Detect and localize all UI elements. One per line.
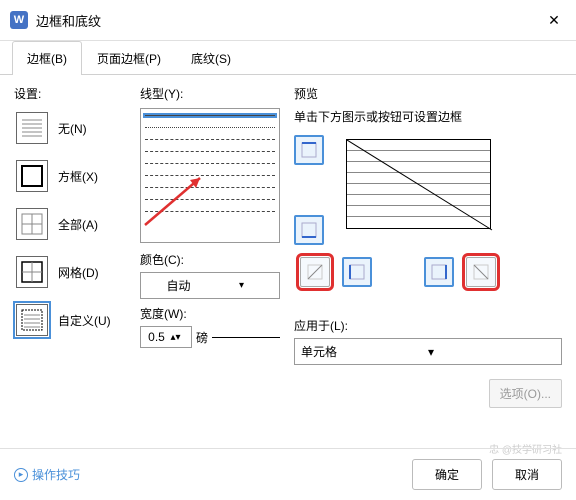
linestyle-list[interactable] <box>140 108 280 243</box>
color-label: 颜色(C): <box>140 251 280 268</box>
width-unit: 磅 <box>196 329 208 346</box>
chevron-down-icon: ▾ <box>428 345 555 359</box>
width-value: 0.5 <box>147 330 166 344</box>
width-sample-line <box>212 337 280 338</box>
settings-label: 设置: <box>14 85 126 102</box>
setting-grid[interactable]: 网格(D) <box>14 252 126 292</box>
setting-box[interactable]: 方框(X) <box>14 156 126 196</box>
preview-diagram[interactable] <box>346 139 491 229</box>
options-button: 选项(O)... <box>489 379 562 408</box>
apply-value: 单元格 <box>301 343 428 360</box>
border-bottom-button[interactable] <box>294 215 324 245</box>
setting-label: 全部(A) <box>58 216 98 233</box>
width-stepper[interactable]: 0.5 ▴▾ <box>140 326 192 348</box>
tips-link[interactable]: ▸ 操作技巧 <box>14 466 80 483</box>
apply-select[interactable]: 单元格 ▾ <box>294 338 562 365</box>
tips-label: 操作技巧 <box>32 466 80 483</box>
preview-hint: 单击下方图示或按钮可设置边框 <box>294 108 562 125</box>
setting-custom[interactable]: 自定义(U) <box>14 300 126 340</box>
width-label: 宽度(W): <box>140 305 280 322</box>
grid-icon <box>16 256 48 288</box>
setting-none[interactable]: 无(N) <box>14 108 126 148</box>
setting-label: 网格(D) <box>58 264 99 281</box>
tab-shading[interactable]: 底纹(S) <box>176 41 246 75</box>
box-icon <box>16 160 48 192</box>
chevron-down-icon: ▾ <box>210 280 273 291</box>
setting-all[interactable]: 全部(A) <box>14 204 126 244</box>
dialog-title: 边框和底纹 <box>36 11 542 30</box>
apply-label: 应用于(L): <box>294 317 562 334</box>
app-icon: W <box>10 11 28 29</box>
close-button[interactable]: ✕ <box>542 8 566 32</box>
border-top-button[interactable] <box>294 135 324 165</box>
tab-page-borders[interactable]: 页面边框(P) <box>82 41 176 75</box>
tab-bar: 边框(B) 页面边框(P) 底纹(S) <box>0 41 576 75</box>
all-icon <box>16 208 48 240</box>
color-select[interactable]: 自动 ▾ <box>140 272 280 299</box>
ok-button[interactable]: 确定 <box>412 459 482 490</box>
diagonal-down-button[interactable] <box>300 257 330 287</box>
tab-borders[interactable]: 边框(B) <box>12 41 82 75</box>
setting-label: 无(N) <box>58 120 87 137</box>
stepper-arrows-icon: ▴▾ <box>166 332 185 343</box>
info-icon: ▸ <box>14 468 28 482</box>
cancel-button[interactable]: 取消 <box>492 459 562 490</box>
setting-label: 自定义(U) <box>58 312 111 329</box>
custom-icon <box>16 304 48 336</box>
color-value: 自动 <box>147 277 210 294</box>
preview-label: 预览 <box>294 85 562 102</box>
none-icon <box>16 112 48 144</box>
setting-label: 方框(X) <box>58 168 98 185</box>
linestyle-label: 线型(Y): <box>140 85 280 102</box>
